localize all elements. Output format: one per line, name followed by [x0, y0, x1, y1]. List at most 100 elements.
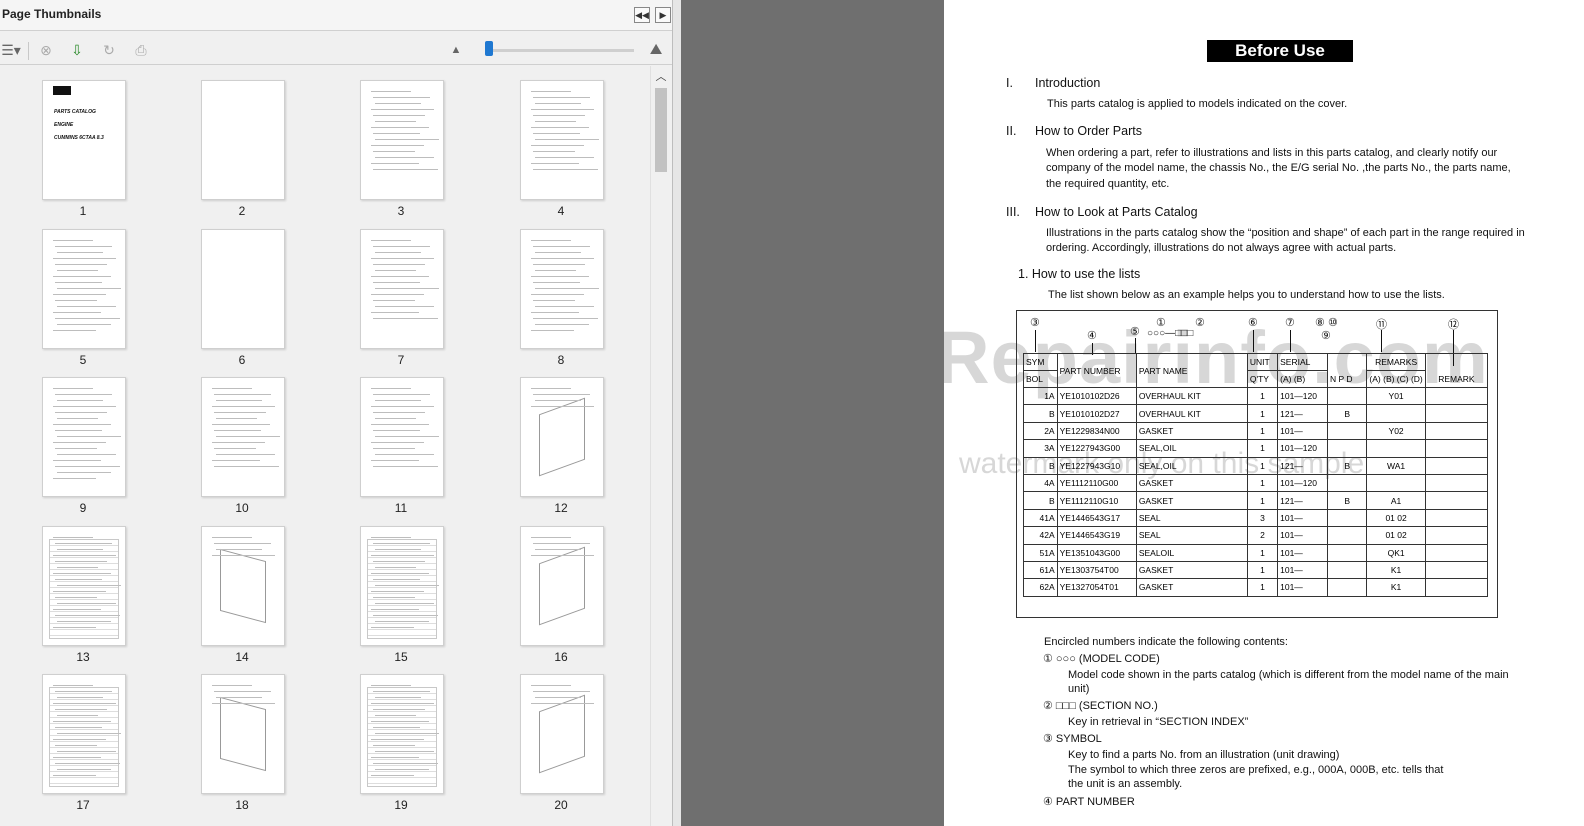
callout-arrow [1035, 330, 1036, 352]
page-thumbnail[interactable] [520, 674, 604, 794]
thumb-text-line [53, 460, 101, 461]
thumb-drawing-graphic [539, 694, 585, 774]
thumb-text-line [535, 251, 581, 253]
page-thumbnail[interactable]: PARTS CATALOG ENGINE CUMMINS 6CTAA 8.3 [42, 80, 126, 200]
table-cell: (A) (B) [1277, 370, 1329, 388]
page-thumbnail[interactable] [360, 80, 444, 200]
print-pages-icon[interactable]: ⎙ [132, 41, 150, 59]
thumb-drawing-graphic [220, 548, 266, 623]
note-3-line-1: Key to find a parts No. from an illustra… [1068, 749, 1340, 761]
page-thumbnail[interactable] [520, 525, 604, 646]
thumb-text-line [53, 442, 106, 443]
page-thumbnail[interactable] [520, 377, 604, 497]
zoom-slider-track[interactable] [488, 49, 634, 52]
thumb-text-line [53, 536, 93, 538]
page-title: Before Use [1207, 40, 1353, 62]
page-thumbnail[interactable] [360, 377, 444, 497]
table-cell: SYM [1023, 353, 1058, 371]
note-1-heading: ① ○○○ (MODEL CODE) [1043, 653, 1160, 665]
table-cell: 1 [1246, 560, 1279, 580]
section-1-title: Introduction [1035, 76, 1101, 90]
insert-pages-icon[interactable]: ⇩ [68, 41, 86, 59]
table-cell: K1 [1366, 578, 1426, 597]
thumb-text-line [375, 715, 416, 716]
thumb-text-line [214, 542, 271, 544]
scrollbar-thumb[interactable] [655, 88, 667, 172]
thumb-text-line [533, 151, 575, 152]
table-cell: GASKET [1135, 578, 1248, 597]
thumb-text-line [53, 311, 101, 313]
thumb-text-line [373, 560, 425, 562]
zoom-in-icon[interactable]: ⛰ [645, 41, 667, 59]
page-thumbnail[interactable] [360, 228, 444, 349]
thumb-text-line [212, 442, 265, 443]
panel-title: Page Thumbnails [2, 7, 102, 21]
delete-pages-icon[interactable]: ⊗ [37, 41, 55, 59]
callout-arrow [1253, 330, 1254, 352]
thumb-text-line [53, 406, 116, 407]
thumb-text-line [373, 578, 420, 580]
table-row: 61A YE1303754T00 GASKET 1 101— K1 [1023, 560, 1489, 580]
thumb-text-line [55, 709, 107, 710]
page-thumbnail[interactable] [360, 674, 444, 794]
thumb-text-line [375, 157, 434, 158]
page-number-label: 18 [235, 798, 249, 812]
table-cell: 01 02 [1366, 526, 1426, 545]
expand-panel-button[interactable]: ▶ [655, 7, 671, 23]
thumbnails-scrollbar[interactable]: ︿ [650, 66, 671, 826]
thumb-text-line [531, 239, 571, 241]
thumb-text-line [371, 91, 411, 92]
thumb-text-line [53, 703, 116, 704]
table-cell: SERIAL [1277, 353, 1329, 371]
table-cell [1366, 439, 1426, 458]
thumb-text-line [531, 685, 571, 686]
table-cell [1424, 473, 1489, 493]
thumb-text-line [375, 436, 439, 437]
panel-splitter[interactable] [673, 0, 681, 826]
page-number-label: 1 [79, 204, 87, 218]
page-thumbnail[interactable] [42, 377, 126, 497]
thumb-text-line [375, 418, 416, 419]
thumb-text-line [57, 251, 103, 253]
page-thumbnail[interactable] [201, 80, 285, 200]
table-row: 62A YE1327054T01 GASKET 1 101— K1 [1023, 578, 1489, 597]
page-thumbnail[interactable] [201, 377, 285, 497]
table-cell: 2A [1023, 421, 1058, 441]
table-cell: B [1327, 404, 1368, 423]
page-thumbnail[interactable] [520, 80, 604, 200]
section-3-line-2: ordering. Accordingly, illustrations do … [1046, 242, 1397, 254]
table-cell: 1 [1246, 421, 1279, 441]
thumbnail-grid: PARTS CATALOG ENGINE CUMMINS 6CTAA 8.3 1 2 3 4… [0, 66, 650, 826]
scroll-up-arrow-icon[interactable]: ︿ [654, 70, 668, 84]
rotate-pages-icon[interactable]: ↻ [100, 41, 118, 59]
zoom-out-icon[interactable]: ▲ [447, 41, 465, 59]
table-cell [1424, 526, 1489, 545]
page-thumbnail[interactable] [42, 525, 126, 646]
collapse-panel-button[interactable]: ◀◀ [634, 7, 650, 23]
table-cell: 1 [1246, 404, 1279, 423]
thumb-text-line [53, 572, 111, 574]
page-thumbnail[interactable] [42, 228, 126, 349]
thumb-text-line [371, 109, 434, 110]
table-cell [1327, 526, 1368, 545]
page-thumbnail[interactable] [201, 525, 285, 646]
zoom-slider-handle[interactable] [485, 41, 493, 56]
thumb-text-line [533, 542, 590, 544]
thumb-text-line [212, 460, 260, 461]
thumb-text-line [533, 97, 590, 98]
page-number-label: 19 [394, 798, 408, 812]
thumb-text-line [531, 127, 589, 128]
options-menu-icon[interactable]: ☰▾ [0, 41, 22, 59]
page-thumbnail[interactable] [201, 228, 285, 349]
page-thumbnail[interactable] [520, 228, 604, 349]
page-thumbnail[interactable] [201, 674, 285, 794]
page-thumbnail[interactable] [42, 674, 126, 794]
section-3-title: How to Look at Parts Catalog [1035, 205, 1198, 219]
table-cell: 4A [1023, 473, 1058, 493]
page-thumbnail[interactable] [360, 525, 444, 646]
thumb-text-line [57, 548, 103, 550]
thumb-text-line [371, 775, 414, 776]
page-number-label: 3 [397, 204, 405, 218]
thumb-text-line [531, 703, 594, 704]
thumb-text-line [57, 400, 103, 401]
